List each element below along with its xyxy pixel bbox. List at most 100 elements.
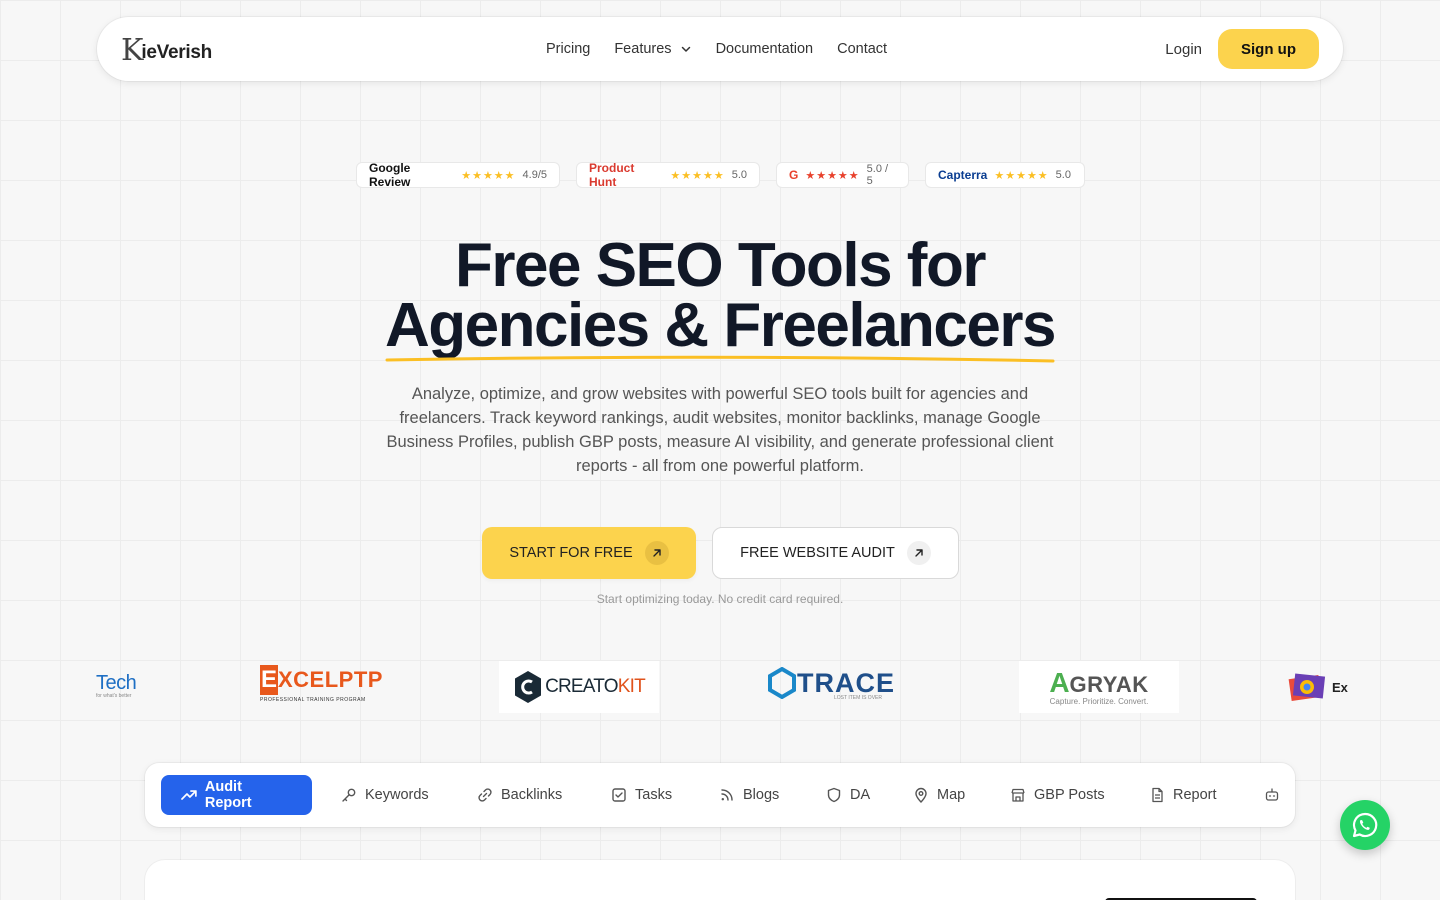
hero-description: Analyze, optimize, and grow websites wit… xyxy=(386,385,1054,475)
hero-title-line2-wrap: Agencies & Freelancers xyxy=(385,295,1057,363)
tab-backlinks[interactable]: Backlinks xyxy=(477,775,562,815)
stars-icon: ★★★★★ xyxy=(994,169,1049,182)
highlight-underline xyxy=(385,355,1055,363)
shield-icon xyxy=(827,787,841,803)
logo-agryak-a: A xyxy=(1049,666,1070,698)
tab-keywords[interactable]: Keywords xyxy=(341,775,429,815)
map-pin-icon xyxy=(915,787,927,803)
client-logo-excelptp: E XCELPTP PROFESSIONAL TRAINING PROGRAM xyxy=(260,665,383,703)
checkbox-icon xyxy=(612,788,626,802)
client-logo-creatokit: CREATO KIT xyxy=(499,661,659,713)
hero-title-line1: Free SEO Tools for xyxy=(455,231,986,300)
feature-tabs: Audit Report Keywords Backlinks Tasks Bl… xyxy=(145,763,1295,827)
logo-k: K xyxy=(121,33,144,68)
tab-label: Map xyxy=(937,787,966,803)
logo-wordmark: ieVerish xyxy=(141,42,212,63)
tab-label: Audit Report xyxy=(204,779,252,811)
badge-name: Product Hunt xyxy=(589,161,635,189)
client-logo-strip: Tech for what's better E XCELPTP PROFESS… xyxy=(0,655,1440,720)
start-for-free-button[interactable]: START FOR FREE xyxy=(482,527,696,579)
chevron-down-icon xyxy=(681,46,690,52)
client-logo-agryak: A GRYAK Capture. Prioritize. Convert. xyxy=(1019,661,1179,713)
whatsapp-chat-button[interactable] xyxy=(1340,800,1390,850)
nav-features-label: Features xyxy=(614,41,672,57)
logo-creato-text: CREATO xyxy=(545,676,618,697)
ex-logo-icon xyxy=(1288,673,1326,701)
tab-report[interactable]: Report xyxy=(1149,775,1217,815)
badge-score: 5.0 / 5 xyxy=(866,163,889,187)
creatokit-hex-icon xyxy=(515,671,542,703)
nav-features[interactable]: Features xyxy=(614,41,691,57)
nav-contact[interactable]: Contact xyxy=(837,41,887,57)
tab-label: Backlinks xyxy=(501,787,563,803)
nav-pricing[interactable]: Pricing xyxy=(546,41,590,57)
client-logo-ex: Ex xyxy=(1288,671,1348,703)
tab-blogs[interactable]: Blogs xyxy=(719,775,779,815)
nav-links: Pricing Features Documentation Contact xyxy=(546,17,911,81)
badge-name: Google Review xyxy=(369,161,411,189)
store-icon xyxy=(1011,788,1025,802)
preview-card xyxy=(145,860,1295,900)
stars-icon: ★★★★★ xyxy=(461,169,516,182)
logo-ex-text: Ex xyxy=(1332,679,1348,695)
stars-icon: ★★★★★ xyxy=(670,169,725,182)
signup-button[interactable]: Sign up xyxy=(1218,29,1319,69)
arrow-up-right-icon xyxy=(906,541,931,565)
hero-title: Free SEO Tools for Agencies & Freelancer… xyxy=(0,235,1440,363)
arrow-up-right-icon xyxy=(644,541,669,565)
rating-badges: Google Review ★★★★★ 4.9/5 Product Hunt ★… xyxy=(0,161,1440,189)
link-icon xyxy=(478,788,492,802)
client-logo-tech: Tech for what's better xyxy=(96,672,137,699)
tab-gbp-posts[interactable]: GBP Posts xyxy=(1010,775,1105,815)
badge-score: 4.9/5 xyxy=(522,169,547,181)
key-icon xyxy=(342,788,356,802)
bot-icon xyxy=(1265,788,1279,801)
badge-score: 5.0 xyxy=(731,169,747,181)
badge-score: 5.0 xyxy=(1055,169,1071,181)
tab-label: GBP Posts xyxy=(1034,787,1105,803)
nav-documentation[interactable]: Documentation xyxy=(716,41,814,57)
tab-da[interactable]: DA xyxy=(826,775,870,815)
tab-label: DA xyxy=(850,787,871,803)
start-for-free-label: START FOR FREE xyxy=(509,545,633,561)
tab-more-partial[interactable] xyxy=(1264,775,1288,815)
badge-name: Capterra xyxy=(938,168,988,182)
logo-agryak-sub: Capture. Prioritize. Convert. xyxy=(1049,696,1149,706)
free-website-audit-label: FREE WEBSITE AUDIT xyxy=(740,545,895,561)
logo-excel-text: XCELPTP xyxy=(278,667,383,692)
hero-title-line2: Agencies & Freelancers xyxy=(384,291,1057,360)
login-link[interactable]: Login xyxy=(1165,41,1202,58)
badge-product-hunt[interactable]: Product Hunt ★★★★★ 5.0 xyxy=(576,161,760,189)
stars-icon: ★★★★★ xyxy=(805,169,860,182)
no-credit-card-note: Start optimizing today. No credit card r… xyxy=(596,592,844,606)
qtrace-hex-icon xyxy=(768,667,796,699)
logo-tech-text: Tech xyxy=(96,672,137,694)
trending-up-icon xyxy=(181,790,197,800)
tab-audit-report[interactable]: Audit Report xyxy=(161,775,312,815)
badge-capterra[interactable]: Capterra ★★★★★ 5.0 xyxy=(925,162,1085,188)
logo-excel-sub: PROFESSIONAL TRAINING PROGRAM xyxy=(260,697,366,703)
brand-logo[interactable]: K ieVerish xyxy=(121,33,212,68)
badge-google-review[interactable]: Google Review ★★★★★ 4.9/5 xyxy=(356,161,560,189)
logo-agryak-text: GRYAK xyxy=(1069,671,1149,697)
tab-label: Report xyxy=(1173,787,1217,803)
tab-map[interactable]: Map xyxy=(913,775,965,815)
tab-label: Blogs xyxy=(743,787,780,803)
badge-name: G xyxy=(789,168,799,182)
tab-label: Tasks xyxy=(635,787,673,803)
rss-icon xyxy=(721,789,733,801)
nav-actions: Login Sign up xyxy=(1165,29,1319,69)
tab-tasks[interactable]: Tasks xyxy=(611,775,672,815)
logo-excel-e: E xyxy=(260,665,278,695)
badge-g2[interactable]: G ★★★★★ 5.0 / 5 xyxy=(776,162,909,188)
logo-kit-text: KIT xyxy=(617,676,646,697)
logo-trace-text: TRACE xyxy=(797,667,895,698)
whatsapp-icon xyxy=(1352,812,1378,838)
tab-label: Keywords xyxy=(365,787,429,803)
client-logo-qtrace: TRACE LOST ITEM IS OVER xyxy=(768,667,895,701)
logo-tech-sub: for what's better xyxy=(96,693,132,699)
top-navbar: K ieVerish Pricing Features Documentatio… xyxy=(97,17,1343,81)
free-website-audit-button[interactable]: FREE WEBSITE AUDIT xyxy=(712,527,959,579)
logo-trace-sub: LOST ITEM IS OVER xyxy=(834,695,882,701)
file-icon xyxy=(1152,787,1163,803)
